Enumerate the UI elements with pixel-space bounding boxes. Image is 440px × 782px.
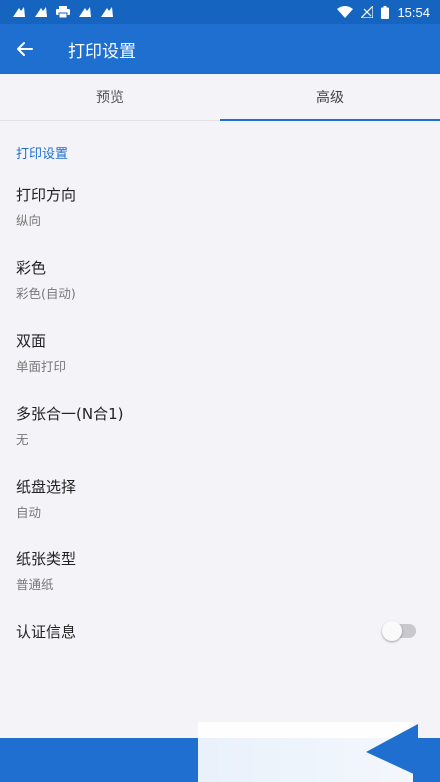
setting-title: 多张合一(N合1)	[16, 405, 124, 423]
tab-preview[interactable]: 预览	[0, 74, 220, 120]
tab-advanced[interactable]: 高级	[220, 74, 440, 121]
printer-icon	[56, 6, 70, 18]
wifi-icon	[337, 6, 354, 18]
setting-auth-info[interactable]: 认证信息	[0, 621, 440, 661]
tab-label: 预览	[96, 90, 124, 106]
setting-value: 无	[16, 432, 29, 447]
toggle-knob	[382, 621, 402, 641]
tab-indicator	[220, 119, 440, 121]
tab-label: 高级	[316, 90, 344, 106]
notification-icon	[79, 7, 91, 17]
setting-value: 彩色(自动)	[16, 286, 76, 301]
setting-paper-type[interactable]: 纸张类型 普通纸	[0, 548, 440, 614]
battery-icon	[381, 5, 390, 19]
setting-value: 自动	[16, 505, 42, 520]
status-time: 15:54	[397, 4, 430, 20]
setting-value: 纵向	[16, 213, 42, 228]
setting-n-up[interactable]: 多张合一(N合1) 无	[0, 403, 440, 469]
setting-title: 认证信息	[16, 623, 77, 641]
notification-icon	[35, 7, 47, 17]
chevron-left-icon[interactable]	[360, 722, 420, 778]
status-bar: 15:54	[0, 0, 440, 24]
setting-title: 双面	[16, 332, 47, 350]
section-header: 打印设置	[16, 147, 69, 162]
setting-orientation[interactable]: 打印方向 纵向	[0, 184, 440, 250]
setting-title: 打印方向	[16, 186, 77, 204]
back-button[interactable]	[0, 24, 50, 74]
setting-paper-tray[interactable]: 纸盘选择 自动	[0, 476, 440, 542]
signal-off-icon	[361, 6, 374, 18]
setting-value: 普通纸	[16, 577, 54, 592]
app-bar: 打印设置	[0, 24, 440, 74]
status-icons-right: 15:54	[337, 5, 440, 20]
setting-title: 纸盘选择	[16, 478, 77, 496]
page-title: 打印设置	[68, 41, 136, 62]
notification-icon	[101, 7, 113, 17]
notification-icon	[13, 7, 25, 17]
auth-info-toggle[interactable]	[382, 621, 416, 641]
setting-title: 彩色	[16, 259, 47, 277]
setting-value: 单面打印	[16, 359, 67, 374]
setting-title: 纸张类型	[16, 550, 77, 568]
screen: 15:54 打印设置 预览 高级 打印设置 打印方向 纵向 彩色 彩色(自动) …	[0, 0, 440, 782]
setting-color[interactable]: 彩色 彩色(自动)	[0, 257, 440, 323]
arrow-left-icon	[17, 42, 33, 56]
status-icons-left	[0, 6, 114, 18]
tab-bar: 预览 高级	[0, 74, 440, 121]
setting-duplex[interactable]: 双面 单面打印	[0, 330, 440, 396]
